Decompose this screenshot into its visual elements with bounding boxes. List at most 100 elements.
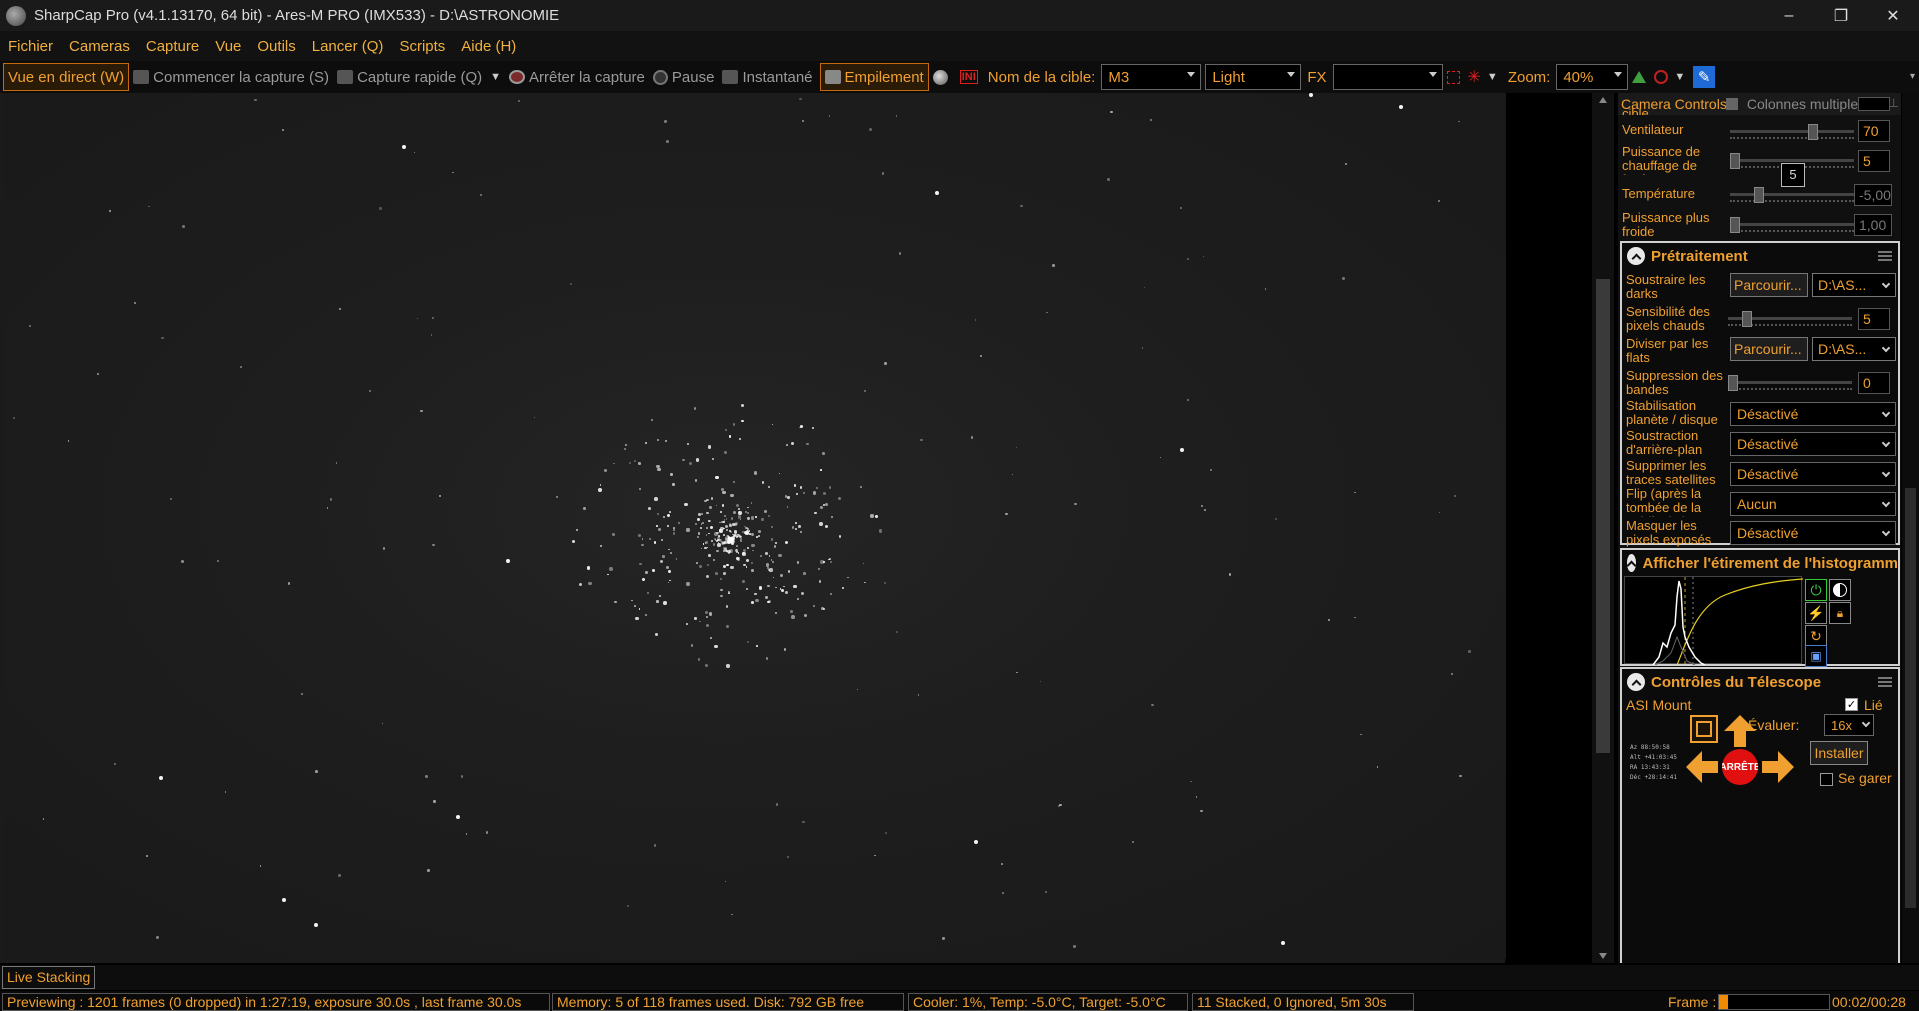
menu-scripts[interactable]: Scripts [391, 38, 453, 55]
cut-off-value[interactable] [1858, 97, 1890, 111]
target-sphere-button[interactable] [929, 63, 956, 91]
window-heater-value[interactable]: 5 [1858, 150, 1890, 172]
menu-lancer[interactable]: Lancer (Q) [304, 38, 392, 55]
save-button[interactable]: ▣ [1805, 645, 1827, 667]
stabilisation-select[interactable]: Désactivé [1730, 402, 1896, 426]
slider-knob[interactable] [1808, 124, 1818, 140]
collapse-chevron-icon[interactable] [1626, 554, 1637, 572]
live-view-button[interactable]: Vue en direct (W) [3, 63, 130, 91]
star [653, 541, 657, 544]
chevron-down-icon [1881, 468, 1891, 478]
tab-colonnes-multiples[interactable]: Colonnes multiples [1744, 96, 1868, 112]
minimize-button[interactable]: – [1763, 0, 1815, 31]
pin-icon[interactable]: ⊥ [1889, 96, 1899, 110]
move-west-button[interactable] [1684, 749, 1720, 785]
background-select[interactable]: Désactivé [1730, 432, 1896, 456]
histogram-toggle-button[interactable] [1628, 63, 1650, 91]
snapshot-button[interactable]: Instantané [718, 63, 816, 91]
darks-path-select[interactable]: D:\AS... [1812, 273, 1896, 297]
fan-value[interactable]: 70 [1858, 120, 1890, 142]
temperature-value[interactable]: -5,00 [1854, 184, 1892, 206]
install-button[interactable]: Installer [1810, 741, 1868, 765]
slider-knob[interactable] [1728, 375, 1738, 391]
target-name-select[interactable]: M3 [1101, 64, 1202, 90]
quick-capture-button[interactable]: Capture rapide (Q) ▼ [333, 63, 505, 91]
goto-spiral-button[interactable] [1690, 715, 1718, 743]
reset-button[interactable]: ↻ [1805, 625, 1827, 647]
star [735, 545, 738, 548]
stop-mount-button[interactable]: ARRÊTE [1722, 749, 1758, 785]
flats-browse-button[interactable]: Parcourir... [1730, 337, 1808, 361]
zoom-select[interactable]: 40% [1556, 64, 1629, 90]
roi-button[interactable] [1443, 63, 1464, 91]
star [723, 514, 727, 518]
mask-select[interactable]: Désactivé [1730, 521, 1896, 545]
flats-path-select[interactable]: D:\AS... [1812, 337, 1896, 361]
contrast-button[interactable] [1829, 579, 1851, 601]
scrollbar-thumb[interactable] [1596, 279, 1610, 753]
live-image-canvas[interactable] [4, 93, 1506, 959]
panel-scrollbar-thumb[interactable] [1905, 488, 1916, 908]
collapse-chevron-icon[interactable] [1627, 673, 1645, 691]
crosshair-button[interactable]: ✳ ▼ [1464, 63, 1502, 91]
fx-select[interactable] [1332, 64, 1443, 90]
fan-slider[interactable] [1730, 124, 1854, 140]
histogram-plot[interactable] [1624, 576, 1804, 666]
slider-knob[interactable] [1730, 153, 1740, 169]
move-north-button[interactable] [1722, 713, 1758, 749]
telescope-header[interactable]: Contrôles du Télescope [1622, 669, 1898, 695]
satellite-select[interactable]: Désactivé [1730, 462, 1896, 486]
timer-button[interactable]: ▼ [1650, 63, 1689, 91]
darks-browse-button[interactable]: Parcourir... [1730, 273, 1808, 297]
auto-stretch-button[interactable]: ⏻ [1805, 579, 1827, 601]
hot-pixels-value[interactable]: 5 [1858, 308, 1890, 330]
slider-knob[interactable] [1754, 187, 1764, 203]
menu-outils[interactable]: Outils [249, 38, 303, 55]
park-checkbox[interactable] [1820, 773, 1833, 786]
close-button[interactable]: ✕ [1867, 0, 1919, 31]
ini-button[interactable]: INI [956, 63, 982, 91]
menu-aide[interactable]: Aide (H) [453, 38, 524, 55]
image-vertical-scrollbar[interactable] [1592, 93, 1614, 963]
chevron-down-icon[interactable]: ▼ [490, 71, 501, 83]
image-viewport[interactable] [0, 93, 1506, 963]
scroll-up-arrow-icon[interactable] [1599, 97, 1607, 103]
brush-button[interactable]: ✎ [1693, 66, 1716, 88]
hot-pixels-slider[interactable] [1728, 311, 1852, 327]
cooler-power-slider[interactable] [1730, 217, 1854, 233]
panel-vertical-scrollbar[interactable] [1902, 93, 1919, 963]
banding-value[interactable]: 0 [1858, 372, 1890, 394]
collapse-chevron-icon[interactable] [1627, 247, 1645, 265]
hamburger-menu-icon[interactable] [1878, 677, 1892, 687]
rate-select[interactable]: 16x [1824, 714, 1874, 736]
star [225, 791, 227, 793]
linked-checkbox[interactable]: ✓ [1845, 698, 1858, 711]
hamburger-menu-icon[interactable] [1878, 251, 1892, 261]
scroll-down-arrow-icon[interactable] [1599, 953, 1607, 959]
stop-capture-button[interactable]: Arrêter la capture [505, 63, 649, 91]
stacking-button[interactable]: Empilement [819, 63, 929, 91]
cooler-power-value[interactable]: 1,00 [1854, 214, 1892, 236]
restore-button[interactable]: ❐ [1815, 0, 1867, 31]
move-east-button[interactable] [1760, 749, 1796, 785]
toolbar-overflow-icon[interactable]: ▾ [1910, 71, 1915, 82]
histogram-header[interactable]: Afficher l'étirement de l'histogramm [1622, 550, 1898, 576]
menu-capture[interactable]: Capture [138, 38, 207, 55]
preprocessing-header[interactable]: Prétraitement [1622, 243, 1898, 269]
star [898, 252, 901, 255]
menu-fichier[interactable]: Fichier [0, 38, 61, 55]
tab-live-stacking[interactable]: Live Stacking [2, 966, 96, 989]
start-capture-button[interactable]: Commencer la capture (S) [129, 63, 333, 91]
temperature-slider[interactable] [1730, 187, 1854, 203]
banding-slider[interactable] [1728, 375, 1852, 391]
slider-knob[interactable] [1730, 217, 1740, 233]
frame-type-select[interactable]: Light [1205, 64, 1302, 90]
lock-button[interactable]: 🔒︎ [1829, 602, 1851, 624]
menu-cameras[interactable]: Cameras [61, 38, 138, 55]
pause-button[interactable]: Pause [649, 63, 719, 91]
star [706, 546, 709, 549]
menu-vue[interactable]: Vue [207, 38, 249, 55]
slider-knob[interactable] [1742, 311, 1752, 327]
flip-select[interactable]: Aucun [1730, 492, 1896, 516]
boost-button[interactable]: ⚡ [1805, 602, 1827, 624]
